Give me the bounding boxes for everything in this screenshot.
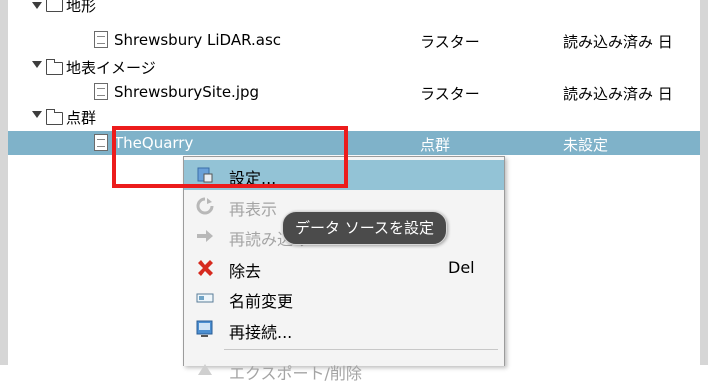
menu-item-shortcut: Del xyxy=(448,258,475,277)
rename-icon xyxy=(196,293,214,303)
folder-icon xyxy=(46,59,63,75)
tree-row-terrain-folder[interactable]: 地形 xyxy=(8,0,700,24)
tree-row-lidar[interactable]: Shrewsbury LiDAR.asc ラスター 読み込み済み 日 xyxy=(8,28,700,52)
reload-arrow-icon xyxy=(197,230,213,242)
menu-item-remove[interactable]: 除去 Del xyxy=(184,253,504,283)
tree-type: ラスター xyxy=(420,33,480,51)
menu-item-label: 再接続... xyxy=(229,323,293,342)
tree-row-pointcloud-folder[interactable]: 点群 xyxy=(8,104,700,128)
remove-x-icon xyxy=(198,260,213,276)
tree-type: 点群 xyxy=(420,136,451,154)
tree-row-site-jpg[interactable]: ShrewsburySite.jpg ラスター 読み込み済み 日 xyxy=(8,80,700,104)
tree-label: ShrewsburySite.jpg xyxy=(114,83,260,101)
menu-item-label: 再表示 xyxy=(229,200,278,219)
tree-status: 読み込み済み 日 xyxy=(563,33,673,51)
tooltip: データ ソースを設定 xyxy=(282,211,448,245)
tree-type: ラスター xyxy=(420,85,480,103)
tree-status: 読み込み済み 日 xyxy=(563,85,673,103)
file-icon xyxy=(94,31,108,48)
annotation-highlight-box xyxy=(112,126,348,188)
tree-row-imagery-folder[interactable]: 地表イメージ xyxy=(8,54,700,78)
menu-item-label: 名前変更 xyxy=(229,292,294,311)
refresh-icon xyxy=(196,197,214,215)
menu-item-export[interactable]: エクスポート/削除 xyxy=(184,355,504,385)
expand-arrow-icon[interactable] xyxy=(32,111,42,118)
expand-arrow-icon[interactable] xyxy=(32,61,42,68)
right-frame-edge xyxy=(700,0,708,365)
tree-label: 地形 xyxy=(66,0,97,15)
file-icon xyxy=(94,134,108,151)
tree-status: 未設定 xyxy=(563,136,609,154)
expand-arrow-icon[interactable] xyxy=(32,2,42,9)
reconnect-icon xyxy=(196,320,213,337)
folder-icon xyxy=(46,109,63,125)
export-icon xyxy=(198,364,212,375)
left-frame-edge xyxy=(0,0,8,365)
menu-item-reconnect[interactable]: 再接続... xyxy=(184,314,504,344)
tree-label: 地表イメージ xyxy=(66,59,156,77)
folder-icon xyxy=(46,0,63,12)
tree-label: Shrewsbury LiDAR.asc xyxy=(114,31,281,49)
menu-item-label: エクスポート/削除 xyxy=(229,364,362,383)
tree-label: 点群 xyxy=(66,109,97,127)
menu-separator xyxy=(224,349,498,350)
menu-item-rename[interactable]: 名前変更 xyxy=(184,283,504,313)
file-icon xyxy=(94,83,108,100)
menu-item-label: 除去 xyxy=(229,262,262,281)
